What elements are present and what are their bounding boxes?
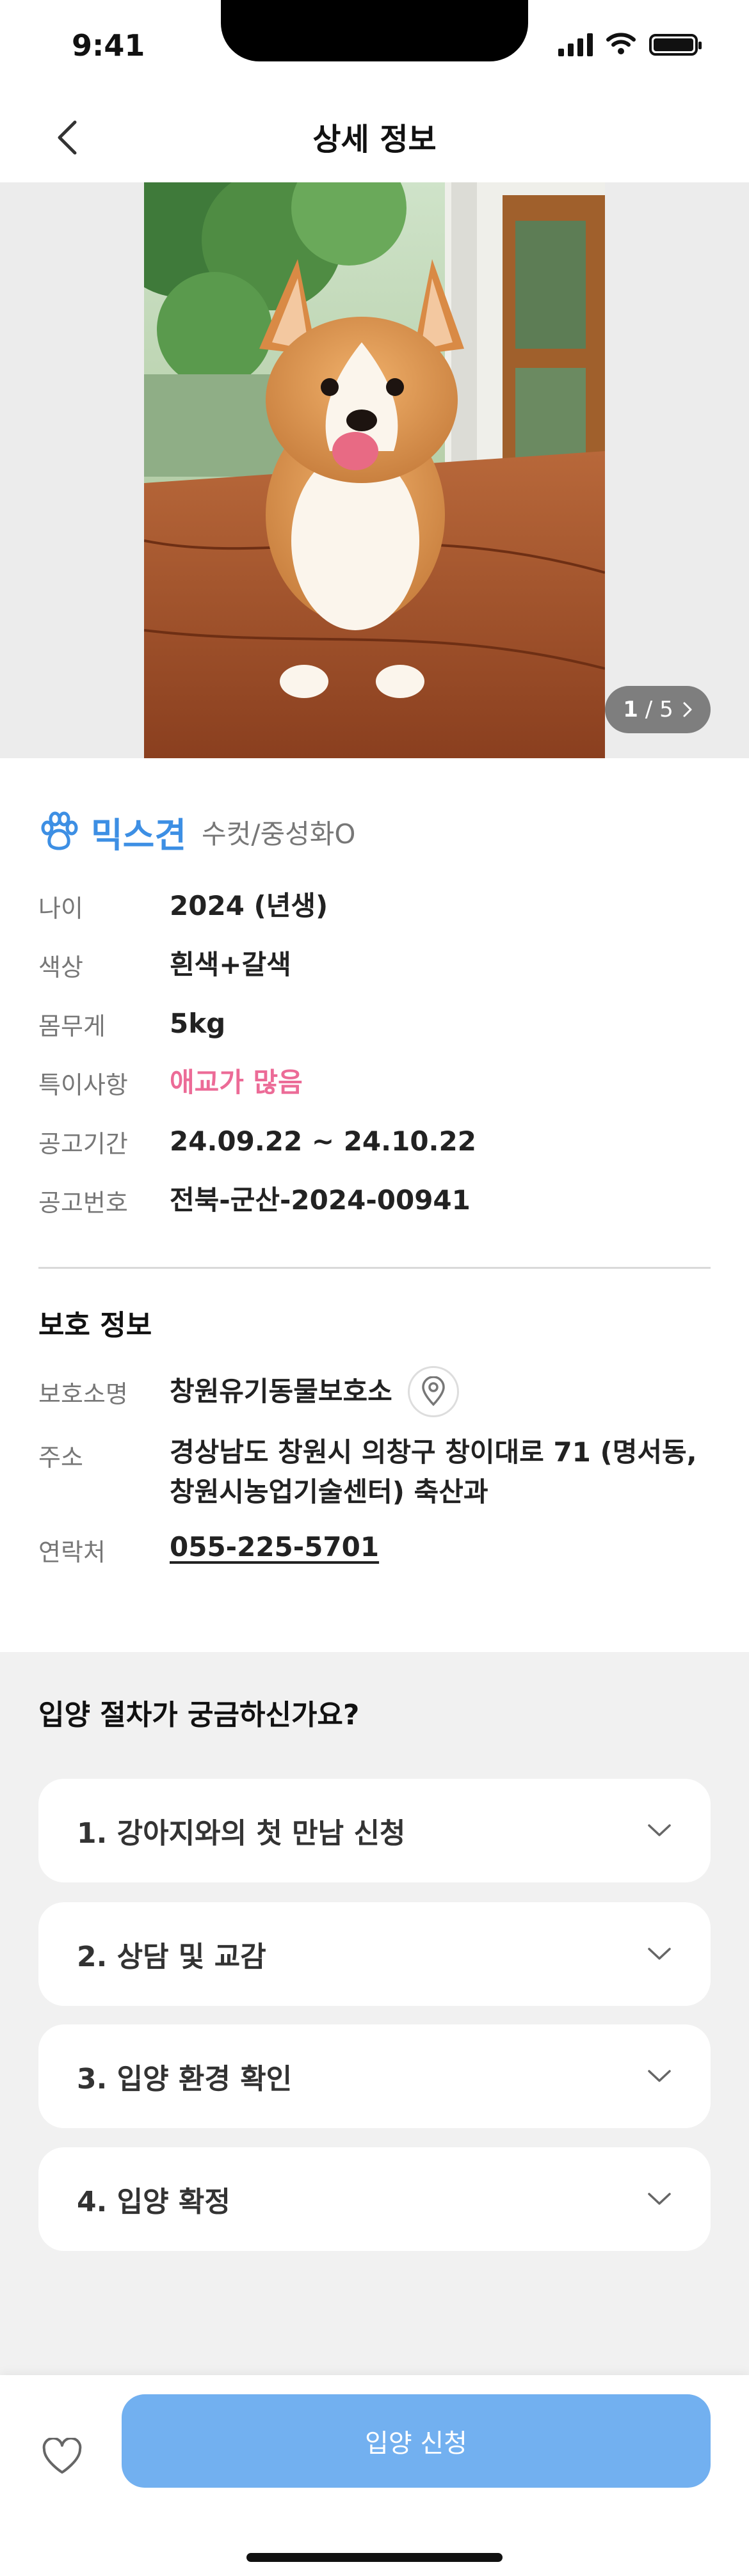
adoption-procedure: 입양 절차가 궁금하신가요? 1. 강아지와의 첫 만남 신청 2. 상담 및 …	[0, 1652, 749, 2375]
battery-icon	[649, 34, 702, 56]
phone-label: 연락처	[38, 1538, 106, 1566]
shelter-name-label: 보호소명	[38, 1379, 128, 1408]
home-indicator	[246, 2553, 503, 2562]
color-label: 색상	[38, 953, 83, 982]
breed-row: 믹스견 수컷/중성화O	[38, 800, 711, 864]
shelter-section-title: 보호 정보	[38, 1309, 152, 1342]
photo-total: 5	[659, 697, 673, 722]
info-row-notice-number: 공고번호 전북-군산-2024-00941	[38, 1171, 711, 1230]
status-bar: 9:41	[0, 0, 749, 96]
photo-separator: /	[645, 697, 653, 722]
info-row-age: 나이 2024 (년생)	[38, 877, 711, 935]
heart-icon	[42, 2438, 82, 2474]
section-divider	[38, 1267, 711, 1269]
status-icons	[558, 32, 702, 58]
notice-number-label: 공고번호	[38, 1188, 128, 1217]
address-line-1: 경상남도 창원시 의창구 창이대로 71 (명서동,	[170, 1436, 697, 1468]
shelter-name: 창원유기동물보호소	[170, 1376, 392, 1407]
notes-value: 애교가 많음	[170, 1067, 303, 1098]
shelter-phone-row: 연락처 055-225-5701	[38, 1527, 711, 1568]
age-value: 2024 (년생)	[170, 890, 328, 921]
age-label: 나이	[38, 894, 83, 923]
location-pin-icon	[422, 1376, 445, 1406]
signal-icon	[558, 33, 593, 56]
step-label: 3. 입양 환경 확인	[77, 2063, 293, 2095]
pet-info: 믹스견 수컷/중성화O 나이 2024 (년생) 색상 흰색+갈색 몸무게 5kg 특…	[38, 800, 711, 1230]
map-location-button[interactable]	[407, 1366, 459, 1417]
weight-label: 몸무게	[38, 1012, 106, 1040]
step-label: 4. 입양 확정	[77, 2186, 230, 2218]
photo-index: 1	[623, 697, 638, 722]
shelter-address-row: 주소 경상남도 창원시 의창구 창이대로 71 (명서동, 창원시농업기술센터)…	[38, 1433, 711, 1512]
info-row-color: 색상 흰색+갈색	[38, 935, 711, 994]
step-label: 1. 강아지와의 첫 만남 신청	[77, 1817, 406, 1850]
info-row-weight: 몸무게 5kg	[38, 994, 711, 1053]
bottom-action-bar: 입양 신청	[0, 2375, 749, 2576]
chevron-down-icon	[648, 2070, 671, 2082]
wifi-icon	[606, 32, 636, 58]
chevron-down-icon	[648, 1824, 671, 1836]
procedure-step-4[interactable]: 4. 입양 확정	[38, 2147, 711, 2251]
notice-period-label: 공고기간	[38, 1129, 128, 1158]
address-label: 주소	[38, 1443, 83, 1472]
procedure-step-2[interactable]: 2. 상담 및 교감	[38, 1902, 711, 2006]
address-value: 경상남도 창원시 의창구 창이대로 71 (명서동, 창원시농업기술센터) 축산…	[170, 1433, 697, 1512]
paw-icon	[41, 811, 78, 850]
color-value: 흰색+갈색	[170, 949, 291, 980]
status-time: 9:41	[72, 28, 145, 63]
step-label: 2. 상담 및 교감	[77, 1941, 266, 1973]
notice-period-value: 24.09.22 ~ 24.10.22	[170, 1125, 476, 1157]
procedure-title: 입양 절차가 궁금하신가요?	[38, 1699, 360, 1731]
device-notch	[221, 0, 528, 61]
notes-label: 특이사항	[38, 1070, 128, 1099]
procedure-step-3[interactable]: 3. 입양 환경 확인	[38, 2024, 711, 2128]
procedure-step-1[interactable]: 1. 강아지와의 첫 만남 신청	[38, 1779, 711, 1882]
page-title: 상세 정보	[312, 122, 437, 157]
adopt-apply-button[interactable]: 입양 신청	[122, 2394, 711, 2488]
info-row-notes: 특이사항 애교가 많음	[38, 1053, 711, 1112]
shelter-info: 보호 정보 보호소명 창원유기동물보호소 주소 경상남도 창원시 의창구 창이대…	[38, 1302, 711, 1583]
top-app-bar: 상세 정보	[0, 96, 749, 182]
notice-number-value: 전북-군산-2024-00941	[170, 1184, 471, 1216]
breed-name: 믹스견	[91, 815, 187, 855]
favorite-button[interactable]	[38, 2433, 86, 2480]
weight-value: 5kg	[170, 1008, 226, 1039]
photo-gallery[interactable]: 1 / 5	[0, 182, 749, 758]
chevron-down-icon	[648, 1948, 671, 1960]
address-line-2: 창원시농업기술센터) 축산과	[170, 1476, 488, 1507]
sex-neuter-status: 수컷/중성화O	[202, 818, 356, 850]
shelter-name-row: 보호소명 창원유기동물보호소	[38, 1366, 711, 1417]
chevron-right-icon	[683, 702, 692, 717]
pet-photo	[144, 182, 605, 758]
info-row-period: 공고기간 24.09.22 ~ 24.10.22	[38, 1112, 711, 1171]
chevron-down-icon	[648, 2193, 671, 2205]
phone-link[interactable]: 055-225-5701	[170, 1527, 379, 1567]
photo-counter[interactable]: 1 / 5	[605, 686, 711, 733]
